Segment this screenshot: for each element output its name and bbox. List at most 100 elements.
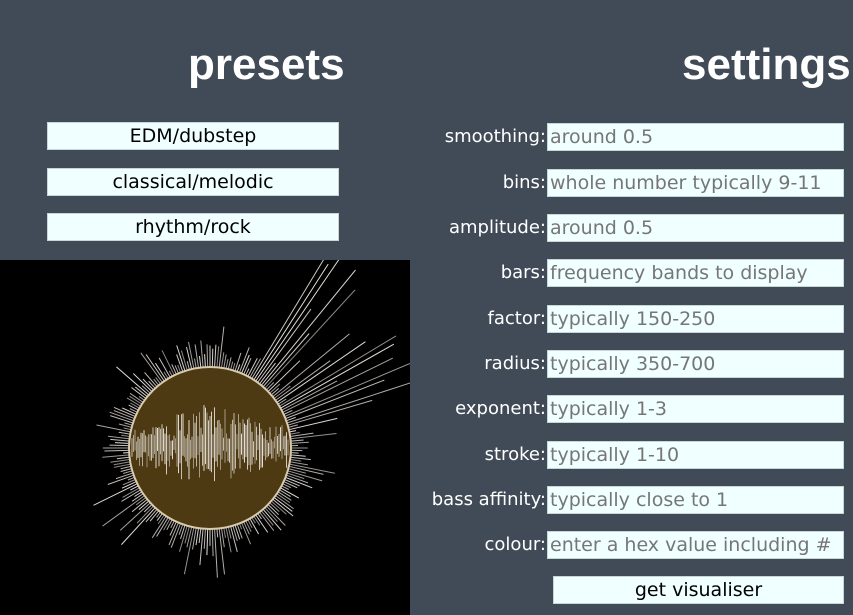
settings-heading: settings bbox=[682, 40, 851, 89]
visualiser-ray bbox=[290, 441, 309, 444]
visualiser-ray bbox=[255, 514, 269, 533]
visualiser-ray bbox=[243, 521, 250, 535]
colour-label: colour: bbox=[484, 534, 546, 555]
visualiser-ray bbox=[121, 489, 141, 502]
visualiser-ray bbox=[108, 435, 130, 440]
visualiser-ray bbox=[290, 459, 302, 462]
visualiser-ray bbox=[183, 527, 195, 575]
radius-input[interactable] bbox=[547, 350, 844, 378]
visualiser-ray bbox=[214, 528, 218, 578]
visualiser-ray bbox=[286, 472, 305, 480]
visualiser-canvas bbox=[0, 260, 410, 615]
visualiser-ray bbox=[156, 517, 169, 537]
visualiser-ray bbox=[188, 341, 195, 369]
bins-input[interactable] bbox=[547, 169, 844, 197]
visualiser-ray bbox=[273, 385, 291, 399]
visualiser-ray bbox=[290, 433, 337, 440]
visualiser-ray bbox=[232, 362, 236, 371]
smoothing-input[interactable] bbox=[547, 123, 844, 151]
visualiser-ray bbox=[227, 357, 232, 370]
visualiser-ray bbox=[253, 263, 329, 381]
visualiser-ray bbox=[144, 372, 158, 388]
bins-label: bins: bbox=[502, 172, 546, 193]
visualiser-ray bbox=[279, 335, 397, 407]
visualiser-ray bbox=[270, 388, 280, 396]
factor-label: factor: bbox=[487, 308, 546, 329]
visualiser-ray bbox=[206, 528, 209, 556]
visualiser-ray bbox=[230, 361, 234, 370]
visualiser-ray bbox=[116, 366, 150, 396]
visualiser-ray bbox=[225, 359, 229, 369]
visualiser-ray bbox=[290, 456, 311, 461]
visualiser-ray bbox=[216, 346, 220, 368]
visualiser-ray bbox=[216, 528, 219, 538]
visualiser-ray bbox=[290, 452, 299, 454]
preset-rhythm-rock-button[interactable]: rhythm/rock bbox=[47, 213, 339, 241]
smoothing-label: smoothing: bbox=[444, 126, 546, 147]
visualiser-ray bbox=[285, 476, 313, 489]
preset-classical-melodic-button[interactable]: classical/melodic bbox=[47, 168, 339, 196]
visualiser-ray bbox=[157, 514, 165, 525]
radius-label: radius: bbox=[484, 353, 546, 374]
visualiser-svg bbox=[93, 260, 410, 578]
bass-affinity-label: bass affinity: bbox=[431, 489, 546, 510]
visualiser-ray bbox=[141, 385, 151, 394]
preset-edm-dubstep-button[interactable]: EDM/dubstep bbox=[47, 122, 339, 150]
visualiser-ray bbox=[195, 528, 199, 546]
colour-input[interactable] bbox=[547, 531, 844, 559]
visualiser-ray bbox=[289, 432, 300, 435]
visualiser-ray bbox=[123, 427, 132, 431]
visualiser-ray bbox=[124, 422, 133, 426]
get-visualiser-button[interactable]: get visualiser bbox=[553, 576, 844, 604]
visualiser-ray bbox=[102, 454, 130, 458]
stroke-input[interactable] bbox=[547, 441, 844, 469]
bass-affinity-input[interactable] bbox=[547, 486, 844, 514]
bars-label: bars: bbox=[500, 262, 546, 283]
visualiser-ray bbox=[245, 520, 252, 532]
visualiser-ray bbox=[214, 344, 217, 368]
bars-input[interactable] bbox=[547, 259, 844, 287]
visualiser-ray bbox=[260, 510, 274, 526]
visualiser-ray bbox=[272, 498, 294, 517]
visualiser-ray bbox=[110, 438, 130, 442]
visualiser-ray bbox=[114, 442, 130, 444]
visualiser-ray bbox=[186, 360, 190, 370]
stroke-label: stroke: bbox=[484, 444, 546, 465]
visualiser-ray bbox=[186, 346, 193, 370]
exponent-label: exponent: bbox=[455, 398, 546, 419]
visualiser-ray bbox=[127, 476, 135, 481]
visualiser-ray bbox=[290, 454, 306, 457]
visualiser-ray bbox=[154, 362, 167, 381]
visualiser-ray bbox=[206, 344, 209, 368]
visualiser-ray bbox=[211, 528, 214, 557]
factor-input[interactable] bbox=[547, 305, 844, 333]
visualiser-ray bbox=[290, 439, 304, 442]
visualiser-ray bbox=[122, 479, 136, 486]
visualiser-ray bbox=[120, 465, 132, 470]
visualiser-ray bbox=[218, 528, 225, 575]
visualiser-ray bbox=[266, 382, 275, 391]
visualiser-ray bbox=[223, 527, 226, 538]
visualiser-ray bbox=[253, 515, 261, 526]
visualiser-ray bbox=[115, 472, 134, 480]
visualiser-ray bbox=[132, 373, 153, 392]
visualiser-ray bbox=[218, 326, 225, 368]
visualiser-ray bbox=[166, 519, 173, 531]
visualiser-ray bbox=[116, 456, 130, 460]
exponent-input[interactable] bbox=[547, 395, 844, 423]
visualiser-ray bbox=[119, 502, 151, 531]
visualiser-ray bbox=[151, 515, 167, 539]
visualiser-ray bbox=[204, 354, 206, 368]
visualiser-ray bbox=[289, 430, 297, 433]
visualiser-ray bbox=[227, 526, 232, 539]
visualiser-ray bbox=[194, 358, 197, 369]
visualiser-ray bbox=[211, 348, 214, 368]
visualiser-ray bbox=[131, 498, 148, 513]
visualiser-ray bbox=[161, 350, 175, 376]
visualiser-ray bbox=[158, 357, 171, 378]
presets-heading: presets bbox=[188, 40, 345, 89]
visualiser-ray bbox=[121, 434, 130, 437]
amplitude-input[interactable] bbox=[547, 214, 844, 242]
amplitude-label: amplitude: bbox=[448, 217, 546, 238]
visualiser-ray bbox=[109, 444, 130, 447]
